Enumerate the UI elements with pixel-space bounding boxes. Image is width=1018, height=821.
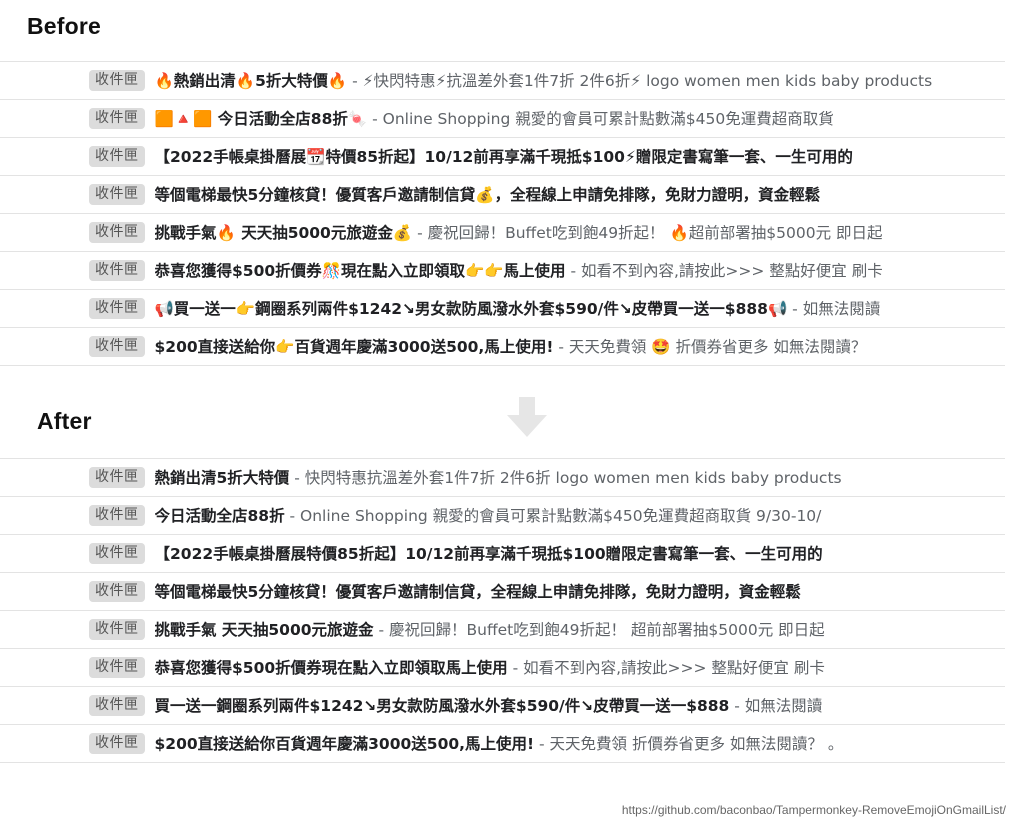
email-line: 恭喜您獲得$500折價券🎊現在點入立即領取👉👉馬上使用 - 如看不到內容,請按此…	[155, 260, 970, 282]
inbox-label: 收件匣	[89, 657, 145, 678]
email-line: 挑戰手氣🔥 天天抽5000元旅遊金💰 - 慶祝回歸！Buffet吃到飽49折起！…	[155, 222, 970, 244]
inbox-label: 收件匣	[89, 260, 145, 281]
arrow-down-icon	[507, 397, 547, 437]
inbox-label: 收件匣	[89, 733, 145, 754]
email-line: 今日活動全店88折 - Online Shopping 親愛的會員可累計點數滿$…	[155, 505, 970, 527]
email-row[interactable]: 收件匣 今日活動全店88折 - Online Shopping 親愛的會員可累計…	[0, 497, 1005, 535]
before-email-list: 收件匣 🔥熱銷出清🔥5折大特價🔥 - ⚡快閃特惠⚡抗溫差外套1件7折 2件6折⚡…	[0, 61, 1005, 366]
before-heading: Before	[27, 13, 102, 39]
email-subject: 今日活動全店88折	[154, 506, 285, 525]
email-snippet: - 慶祝回歸！Buffet吃到飽49折起！ 超前部署抽$5000元 即日起	[373, 620, 825, 639]
email-snippet: - 如看不到內容,請按此>>> 整點好便宜 刷卡	[565, 261, 883, 280]
email-snippet: - 快閃特惠抗溫差外套1件7折 2件6折 logo women men kids…	[289, 468, 842, 487]
inbox-label: 收件匣	[89, 543, 145, 564]
email-line: 【2022手帳桌掛曆展特價85折起】10/12前再享滿千現抵$100贈限定書寫筆…	[155, 543, 970, 565]
email-subject: $200直接送給你百貨週年慶滿3000送500,馬上使用!	[154, 734, 535, 753]
email-subject: 等個電梯最快5分鐘核貸！優質客戶邀請制信貸💰，全程線上申請免排隊，免財力證明，資…	[154, 185, 821, 204]
email-row[interactable]: 收件匣 【2022手帳桌掛曆展📆特價85折起】10/12前再享滿千現抵$100⚡…	[0, 138, 1005, 176]
email-line: 📢買一送一👉鋼圈系列兩件$1242↘男女款防風潑水外套$590/件↘皮帶買一送一…	[155, 298, 970, 320]
email-snippet: - 如無法閱讀	[787, 299, 881, 318]
inbox-label: 收件匣	[89, 467, 145, 488]
email-line: 🟧🔺🟧 今日活動全店88折🍬 - Online Shopping 親愛的會員可累…	[155, 108, 970, 130]
email-row[interactable]: 收件匣 挑戰手氣🔥 天天抽5000元旅遊金💰 - 慶祝回歸！Buffet吃到飽4…	[0, 214, 1005, 252]
email-subject: 【2022手帳桌掛曆展特價85折起】10/12前再享滿千現抵$100贈限定書寫筆…	[154, 544, 823, 563]
inbox-label: 收件匣	[89, 581, 145, 602]
email-subject: 買一送一鋼圈系列兩件$1242↘男女款防風潑水外套$590/件↘皮帶買一送一$8…	[154, 696, 730, 715]
inbox-label: 收件匣	[89, 184, 145, 205]
email-subject: 挑戰手氣🔥 天天抽5000元旅遊金💰	[154, 223, 413, 242]
email-row[interactable]: 收件匣 $200直接送給你👉百貨週年慶滿3000送500,馬上使用! - 天天免…	[0, 328, 1005, 366]
email-line: 挑戰手氣 天天抽5000元旅遊金 - 慶祝回歸！Buffet吃到飽49折起！ 超…	[155, 619, 970, 641]
inbox-label: 收件匣	[89, 336, 145, 357]
inbox-label: 收件匣	[89, 146, 145, 167]
email-line: $200直接送給你百貨週年慶滿3000送500,馬上使用! - 天天免費領 折價…	[155, 733, 970, 755]
email-row[interactable]: 收件匣 等個電梯最快5分鐘核貸！優質客戶邀請制信貸，全程線上申請免排隊，免財力證…	[0, 573, 1005, 611]
after-heading: After	[37, 408, 92, 434]
email-row[interactable]: 收件匣 【2022手帳桌掛曆展特價85折起】10/12前再享滿千現抵$100贈限…	[0, 535, 1005, 573]
email-snippet: - 如看不到內容,請按此>>> 整點好便宜 刷卡	[507, 658, 825, 677]
email-row[interactable]: 收件匣 $200直接送給你百貨週年慶滿3000送500,馬上使用! - 天天免費…	[0, 725, 1005, 763]
email-snippet: - ⚡快閃特惠⚡抗溫差外套1件7折 2件6折⚡ logo women men k…	[347, 71, 933, 90]
email-row[interactable]: 收件匣 恭喜您獲得$500折價券現在點入立即領取馬上使用 - 如看不到內容,請按…	[0, 649, 1005, 687]
email-row[interactable]: 收件匣 🟧🔺🟧 今日活動全店88折🍬 - Online Shopping 親愛的…	[0, 100, 1005, 138]
email-line: 熱銷出清5折大特價 - 快閃特惠抗溫差外套1件7折 2件6折 logo wome…	[155, 467, 970, 489]
inbox-label: 收件匣	[89, 70, 145, 91]
inbox-label: 收件匣	[89, 505, 145, 526]
email-subject: 恭喜您獲得$500折價券現在點入立即領取馬上使用	[154, 658, 508, 677]
inbox-label: 收件匣	[89, 222, 145, 243]
email-row[interactable]: 收件匣 📢買一送一👉鋼圈系列兩件$1242↘男女款防風潑水外套$590/件↘皮帶…	[0, 290, 1005, 328]
email-snippet: - 天天免費領 折價券省更多 如無法閱讀？ 。	[534, 734, 844, 753]
email-line: 【2022手帳桌掛曆展📆特價85折起】10/12前再享滿千現抵$100⚡贈限定書…	[155, 146, 970, 168]
email-row[interactable]: 收件匣 等個電梯最快5分鐘核貸！優質客戶邀請制信貸💰，全程線上申請免排隊，免財力…	[0, 176, 1005, 214]
email-line: 🔥熱銷出清🔥5折大特價🔥 - ⚡快閃特惠⚡抗溫差外套1件7折 2件6折⚡ log…	[155, 70, 970, 92]
email-subject: $200直接送給你👉百貨週年慶滿3000送500,馬上使用!	[154, 337, 554, 356]
inbox-label: 收件匣	[89, 298, 145, 319]
inbox-label: 收件匣	[89, 619, 145, 640]
email-subject: 恭喜您獲得$500折價券🎊現在點入立即領取👉👉馬上使用	[154, 261, 566, 280]
email-row[interactable]: 收件匣 🔥熱銷出清🔥5折大特價🔥 - ⚡快閃特惠⚡抗溫差外套1件7折 2件6折⚡…	[0, 62, 1005, 100]
email-subject: 🔥熱銷出清🔥5折大特價🔥	[154, 71, 348, 90]
email-line: $200直接送給你👉百貨週年慶滿3000送500,馬上使用! - 天天免費領 🤩…	[155, 336, 970, 358]
email-subject: 熱銷出清5折大特價	[154, 468, 290, 487]
email-snippet: - 慶祝回歸！Buffet吃到飽49折起！ 🔥超前部署抽$5000元 即日起	[412, 223, 883, 242]
source-url: https://github.com/baconbao/Tampermonkey…	[621, 803, 1006, 817]
email-subject: 🟧🔺🟧 今日活動全店88折🍬	[154, 109, 368, 128]
email-row[interactable]: 收件匣 恭喜您獲得$500折價券🎊現在點入立即領取👉👉馬上使用 - 如看不到內容…	[0, 252, 1005, 290]
email-line: 恭喜您獲得$500折價券現在點入立即領取馬上使用 - 如看不到內容,請按此>>>…	[155, 657, 970, 679]
inbox-label: 收件匣	[89, 695, 145, 716]
email-snippet: - 天天免費領 🤩 折價券省更多 如無法閱讀？	[553, 337, 867, 356]
after-email-list: 收件匣 熱銷出清5折大特價 - 快閃特惠抗溫差外套1件7折 2件6折 logo …	[0, 458, 1005, 763]
email-row[interactable]: 收件匣 挑戰手氣 天天抽5000元旅遊金 - 慶祝回歸！Buffet吃到飽49折…	[0, 611, 1005, 649]
email-subject: 等個電梯最快5分鐘核貸！優質客戶邀請制信貸，全程線上申請免排隊，免財力證明，資金…	[154, 582, 801, 601]
email-line: 等個電梯最快5分鐘核貸！優質客戶邀請制信貸💰，全程線上申請免排隊，免財力證明，資…	[155, 184, 970, 206]
email-snippet: - Online Shopping 親愛的會員可累計點數滿$450免運費超商取貨…	[284, 506, 822, 525]
email-subject: 📢買一送一👉鋼圈系列兩件$1242↘男女款防風潑水外套$590/件↘皮帶買一送一…	[154, 299, 788, 318]
inbox-label: 收件匣	[89, 108, 145, 129]
email-snippet: - Online Shopping 親愛的會員可累計點數滿$450免運費超商取貨	[367, 109, 834, 128]
email-subject: 挑戰手氣 天天抽5000元旅遊金	[154, 620, 374, 639]
email-line: 買一送一鋼圈系列兩件$1242↘男女款防風潑水外套$590/件↘皮帶買一送一$8…	[155, 695, 970, 717]
email-row[interactable]: 收件匣 買一送一鋼圈系列兩件$1242↘男女款防風潑水外套$590/件↘皮帶買一…	[0, 687, 1005, 725]
email-subject: 【2022手帳桌掛曆展📆特價85折起】10/12前再享滿千現抵$100⚡贈限定書…	[154, 147, 853, 166]
email-line: 等個電梯最快5分鐘核貸！優質客戶邀請制信貸，全程線上申請免排隊，免財力證明，資金…	[155, 581, 970, 603]
email-snippet: - 如無法閱讀	[729, 696, 823, 715]
email-row[interactable]: 收件匣 熱銷出清5折大特價 - 快閃特惠抗溫差外套1件7折 2件6折 logo …	[0, 459, 1005, 497]
